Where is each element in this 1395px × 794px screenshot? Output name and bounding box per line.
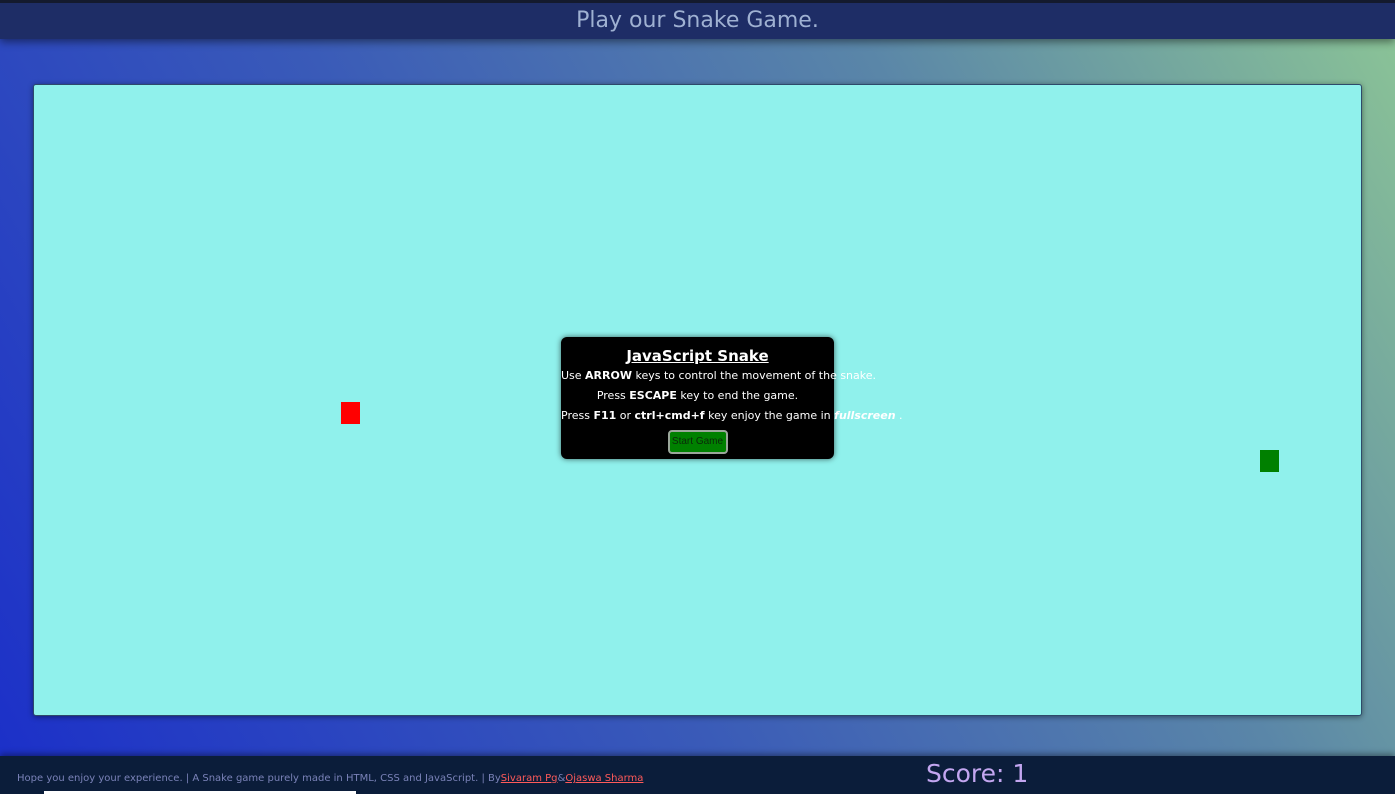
dialog-title: JavaScript Snake [626, 347, 769, 365]
instruction-escape-key: Press ESCAPE key to end the game. [596, 389, 799, 402]
page-title: Play our Snake Game. [576, 8, 819, 33]
credits-text: Hope you enjoy your experience. | A Snak… [17, 773, 501, 784]
score-value: 1 [1012, 759, 1029, 788]
start-game-button[interactable]: Start Game [667, 430, 728, 454]
author-link-ojaswa[interactable]: Ojaswa Sharma [565, 773, 643, 784]
start-dialog: JavaScript Snake Use ARROW keys to contr… [561, 337, 903, 459]
instruction-arrow-keys: Use ARROW keys to control the movement o… [561, 369, 877, 382]
key-ctrl-cmd-f: ctrl+cmd+f [634, 409, 705, 422]
key-escape: ESCAPE [629, 389, 677, 402]
author-link-sivaram[interactable]: Sivaram Pg [501, 773, 558, 784]
score-display: Score: 1 [926, 759, 1028, 788]
footer-bar: Hope you enjoy your experience. | A Snak… [0, 756, 1395, 794]
score-label: Score: [926, 759, 1013, 788]
key-f11: F11 [593, 409, 617, 422]
header-bar: Play our Snake Game. [0, 0, 1395, 39]
instruction-fullscreen: Press F11 or ctrl+cmd+f key enjoy the ga… [561, 409, 903, 422]
snake-head [1260, 450, 1279, 472]
key-arrow: ARROW [585, 369, 632, 382]
footer-credits: Hope you enjoy your experience. | A Snak… [17, 773, 643, 784]
fullscreen-text: fullscreen [834, 409, 896, 422]
food-block [341, 402, 360, 424]
